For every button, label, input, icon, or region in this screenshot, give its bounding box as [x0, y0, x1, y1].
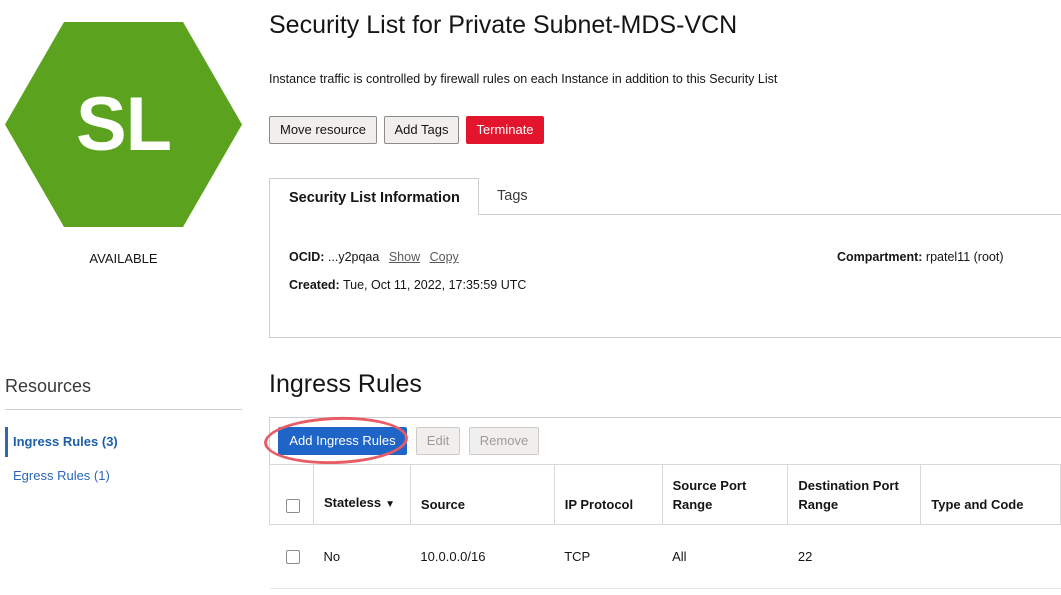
status-label: AVAILABLE [89, 251, 158, 266]
column-stateless-label: Stateless [323, 495, 382, 510]
resources-heading: Resources [5, 376, 92, 396]
resources-divider [5, 409, 242, 410]
compartment-value: rpatel11 (root) [925, 250, 1004, 264]
tab-tags[interactable]: Tags [497, 178, 528, 214]
ingress-rules-table: Stateless ▼ Source IP Protocol Source Por… [269, 464, 1061, 589]
compartment-row: Compartment: rpatel11 (root) [837, 250, 1004, 264]
resource-link-ingress-rules[interactable]: Ingress Rules (3) [5, 427, 242, 457]
page-subtitle: Instance traffic is controlled by firewa… [269, 72, 778, 86]
ingress-rules-heading: Ingress Rules [269, 370, 422, 398]
resource-initials: SL [75, 82, 172, 167]
edit-button[interactable]: Edit [416, 427, 460, 455]
compartment-label: Compartment: [837, 250, 923, 264]
column-header-source: Source [409, 464, 555, 525]
column-header-stateless[interactable]: Stateless ▼ [312, 464, 411, 525]
select-all-checkbox[interactable] [286, 498, 300, 513]
column-header-source-port-range: Source Port Range [661, 464, 789, 525]
table-header-row: Stateless ▼ Source IP Protocol Source Por… [269, 464, 1061, 525]
created-label: Created: [289, 278, 340, 292]
terminate-button[interactable]: Terminate [466, 116, 544, 144]
row-select-cell [269, 524, 314, 589]
created-row: Created: Tue, Oct 11, 2022, 17:35:59 UTC [289, 278, 526, 292]
ocid-row: OCID: ...y2pqaa Show Copy [289, 250, 459, 264]
ocid-show-link[interactable]: Show [389, 250, 420, 264]
column-header-type-and-code: Type and Code [920, 464, 1061, 525]
cell-source: 10.0.0.0/16 [410, 524, 555, 589]
resource-hexagon-icon: SL [5, 22, 242, 227]
table-row[interactable]: No 10.0.0.0/16 TCP All 22 [269, 524, 1061, 589]
sort-caret-icon[interactable]: ▼ [385, 495, 395, 514]
cell-source-port: All [662, 524, 788, 589]
cell-ip-protocol: TCP [554, 524, 663, 589]
remove-button[interactable]: Remove [469, 427, 539, 455]
column-header-destination-port-range: Destination Port Range [787, 464, 922, 525]
select-all-cell [269, 464, 314, 525]
move-resource-button[interactable]: Move resource [269, 116, 377, 144]
column-header-ip-protocol: IP Protocol [553, 464, 663, 525]
resource-link-egress-rules[interactable]: Egress Rules (1) [5, 461, 242, 491]
cell-type-and-code [920, 524, 1061, 589]
info-panel [269, 214, 1061, 338]
ocid-value: ...y2pqaa [327, 250, 380, 264]
page-title: Security List for Private Subnet-MDS-VCN [269, 11, 738, 39]
tab-security-list-information[interactable]: Security List Information [269, 178, 479, 215]
cell-destination-port: 22 [787, 524, 921, 589]
created-value: Tue, Oct 11, 2022, 17:35:59 UTC [342, 278, 527, 292]
row-checkbox[interactable] [285, 550, 300, 565]
ocid-copy-link[interactable]: Copy [430, 250, 459, 264]
ocid-label: OCID: [289, 250, 325, 264]
cell-stateless: No [313, 524, 411, 589]
add-tags-button[interactable]: Add Tags [384, 116, 459, 144]
